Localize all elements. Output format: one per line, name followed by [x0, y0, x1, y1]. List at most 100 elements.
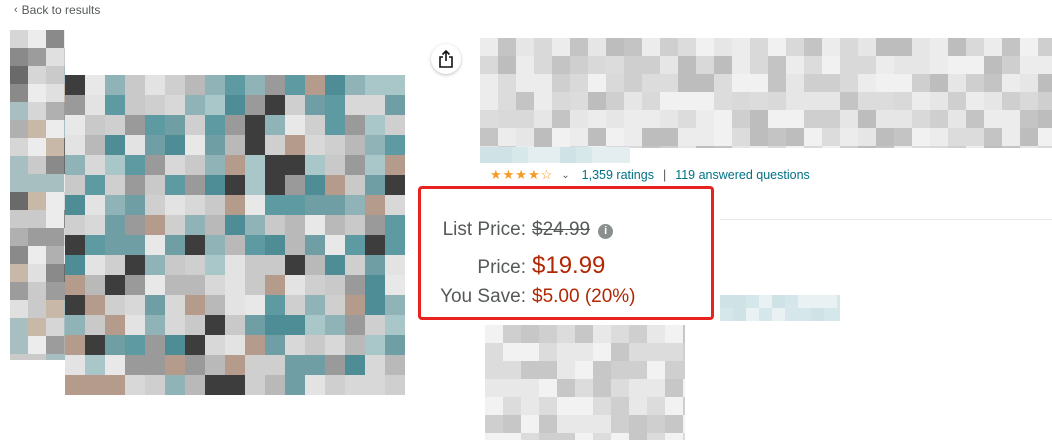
mosaic-cell: [305, 375, 325, 395]
mosaic-cell: [165, 135, 185, 155]
product-options-blurred[interactable]: [485, 325, 685, 440]
mosaic-cell: [750, 128, 768, 146]
mosaic-cell: [265, 355, 285, 375]
mosaic-cell: [10, 102, 28, 120]
back-to-results-link[interactable]: ‹ Back to results: [14, 3, 100, 17]
mosaic-cell: [245, 75, 265, 95]
mosaic-cell: [984, 92, 1002, 110]
mosaic-cell: [948, 146, 966, 148]
mosaic-cell: [732, 74, 750, 92]
mosaic-cell: [28, 300, 46, 318]
mosaic-cell: [65, 135, 85, 155]
mosaic-cell: [647, 397, 665, 415]
mosaic-cell: [786, 92, 804, 110]
mosaic-cell: [1002, 74, 1020, 92]
info-icon[interactable]: i: [598, 224, 614, 239]
mosaic-cell: [245, 375, 265, 395]
mosaic-cell: [560, 147, 576, 163]
mosaic-cell: [205, 115, 225, 135]
mosaic-cell: [786, 110, 804, 128]
mosaic-cell: [714, 56, 732, 74]
mosaic-cell: [768, 56, 786, 74]
mosaic-cell: [305, 155, 325, 175]
mosaic-cell: [824, 308, 837, 321]
mosaic-cell: [539, 433, 557, 440]
chevron-down-icon[interactable]: ⌄: [561, 170, 569, 181]
mosaic-cell: [285, 315, 305, 335]
mosaic-cell: [876, 74, 894, 92]
mosaic-cell: [732, 110, 750, 128]
mosaic-cell: [984, 74, 1002, 92]
mosaic-cell: [503, 379, 521, 397]
star-rating[interactable]: ★★★★☆: [490, 167, 553, 183]
mosaic-cell: [837, 295, 840, 308]
mosaic-cell: [858, 92, 876, 110]
you-save-label: You Save:: [440, 286, 526, 307]
mosaic-cell: [85, 235, 105, 255]
mosaic-cell: [552, 128, 570, 146]
mosaic-cell: [984, 38, 1002, 56]
mosaic-cell: [125, 75, 145, 95]
mosaic-cell: [1002, 110, 1020, 128]
mosaic-cell: [265, 75, 285, 95]
store-link-blurred[interactable]: [480, 147, 630, 163]
answered-questions-link[interactable]: 119 answered questions: [675, 168, 810, 182]
share-button[interactable]: [431, 44, 461, 74]
image-thumbnails-blurred[interactable]: [10, 30, 65, 360]
mosaic-cell: [205, 255, 225, 275]
mosaic-cell: [1038, 146, 1052, 148]
mosaic-cell: [516, 128, 534, 146]
mosaic-cell: [125, 275, 145, 295]
mosaic-cell: [65, 255, 85, 275]
mosaic-cell: [245, 175, 265, 195]
mosaic-cell: [629, 325, 647, 343]
mosaic-cell: [772, 295, 785, 308]
mosaic-cell: [345, 215, 365, 235]
mosaic-cell: [105, 75, 125, 95]
mosaic-cell: [365, 255, 385, 275]
mosaic-cell: [65, 315, 85, 335]
mosaic-cell: [948, 128, 966, 146]
mosaic-cell: [768, 74, 786, 92]
mosaic-cell: [786, 56, 804, 74]
mosaic-cell: [325, 355, 345, 375]
mosaic-cell: [768, 110, 786, 128]
mosaic-cell: [485, 343, 503, 361]
mosaic-cell: [1020, 74, 1038, 92]
mosaic-cell: [485, 325, 503, 343]
mosaic-cell: [365, 215, 385, 235]
product-image-blurred[interactable]: [65, 75, 405, 395]
mosaic-cell: [125, 315, 145, 335]
mosaic-cell: [245, 335, 265, 355]
mosaic-cell: [165, 95, 185, 115]
mosaic-cell: [858, 146, 876, 148]
mosaic-cell: [480, 128, 498, 146]
mosaic-cell: [930, 38, 948, 56]
mosaic-cell: [285, 375, 305, 395]
mosaic-cell: [345, 375, 365, 395]
mosaic-cell: [606, 92, 624, 110]
mosaic-cell: [840, 110, 858, 128]
mosaic-cell: [105, 155, 125, 175]
ratings-count-link[interactable]: 1,359 ratings: [582, 168, 654, 182]
mosaic-cell: [125, 255, 145, 275]
mosaic-cell: [365, 135, 385, 155]
product-title-blurred: [480, 38, 1052, 148]
mosaic-cell: [912, 38, 930, 56]
mosaic-cell: [245, 115, 265, 135]
mosaic-cell: [185, 215, 205, 235]
list-price-label: List Price:: [442, 219, 526, 240]
mosaic-cell: [28, 174, 46, 192]
mosaic-cell: [588, 92, 606, 110]
mosaic-cell: [840, 92, 858, 110]
mosaic-cell: [145, 215, 165, 235]
mosaic-cell: [105, 95, 125, 115]
mosaic-cell: [365, 375, 385, 395]
mosaic-cell: [804, 74, 822, 92]
mosaic-cell: [165, 255, 185, 275]
mosaic-cell: [552, 56, 570, 74]
mosaic-cell: [750, 38, 768, 56]
mosaic-cell: [365, 115, 385, 135]
mosaic-cell: [966, 110, 984, 128]
mosaic-cell: [46, 336, 64, 354]
